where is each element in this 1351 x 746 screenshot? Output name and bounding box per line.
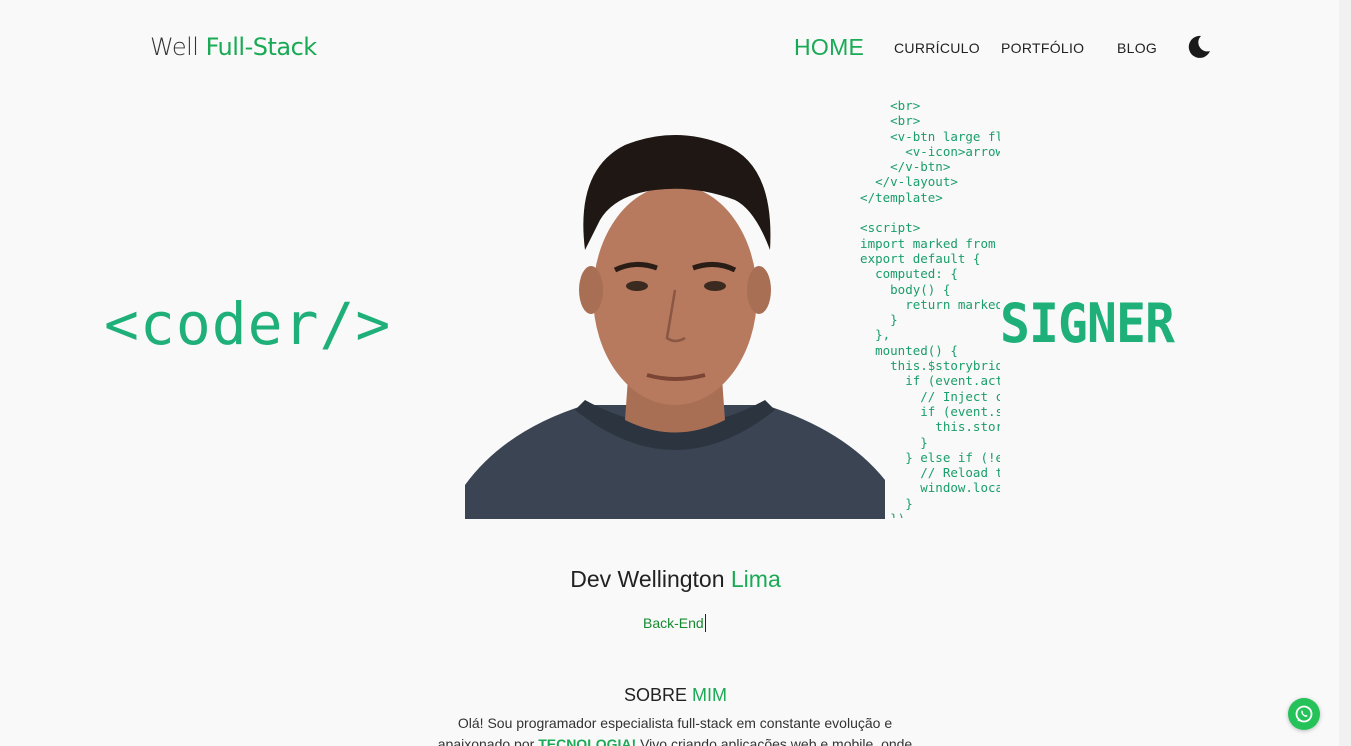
code-line: } <box>845 434 928 450</box>
main-nav: HOME CURRÍCULO PORTFÓLIO BLOG <box>0 34 1351 64</box>
about-line-2: apaixonado por TECNOLOGIA! Vivo criando … <box>430 734 920 746</box>
whatsapp-button[interactable] <box>1288 698 1320 730</box>
nav-curriculo[interactable]: CURRÍCULO <box>894 34 980 62</box>
about-title: SOBRE MIM <box>0 685 1351 706</box>
code-line: export default { <box>845 250 981 266</box>
role-text: Back-End <box>643 615 704 631</box>
about-line-2-start: apaixonado por <box>437 736 539 746</box>
code-line: </v-btn> <box>845 159 951 175</box>
code-line: <script> <box>845 220 921 236</box>
code-line: }, <box>845 327 891 343</box>
code-line: <v-btn large fla <box>845 128 1000 144</box>
about-line-1: Olá! Sou programador especialista full-s… <box>457 715 893 731</box>
profile-name: Dev Wellington Lima <box>0 566 1351 593</box>
profile-name-accent: Lima <box>730 566 781 592</box>
about-highlight: TECNOLOGIA! <box>538 736 637 746</box>
profile-name-prefix: Dev Wellington <box>570 566 731 592</box>
about-title-accent: MIM <box>692 685 728 705</box>
code-line: <br> <box>845 113 921 129</box>
nav-home[interactable]: HOME <box>794 33 864 61</box>
code-line: return marked( <box>845 296 1000 312</box>
code-line: } <box>845 312 898 328</box>
code-line: import marked from " <box>845 235 1000 251</box>
code-line: </template> <box>845 189 943 205</box>
about-title-prefix: SOBRE <box>623 685 693 705</box>
moon-icon[interactable] <box>1186 34 1212 60</box>
code-line: <v-icon>arrow_ <box>845 143 1000 159</box>
code-line: } <box>845 495 913 511</box>
code-line: // Inject co <box>845 388 1000 404</box>
about-line-2-end: Vivo criando aplicações web e mobile, on… <box>636 736 913 746</box>
nav-blog[interactable]: BLOG <box>1117 34 1157 62</box>
profile-role: Back-End <box>643 614 706 632</box>
coder-title: <coder/> <box>104 290 392 358</box>
code-snippet: <br> <br> <v-btn large fla <v-icon>arrow… <box>845 98 1000 518</box>
about-text: Olá! Sou programador especialista full-s… <box>430 713 920 746</box>
code-line: }) <box>845 511 1000 518</box>
code-line: <br> <box>845 98 921 113</box>
profile-photo <box>465 100 885 519</box>
code-line: if (event.st <box>845 403 1000 419</box>
code-line: window.locat <box>845 480 1000 496</box>
code-line: mounted() { <box>845 342 958 358</box>
code-line: if (event.acti <box>845 373 1000 389</box>
nav-portfolio[interactable]: PORTFÓLIO <box>1001 34 1084 62</box>
typing-cursor <box>704 614 706 632</box>
designer-title: SIGNER <box>1000 292 1175 355</box>
code-line: body() { <box>845 281 951 297</box>
code-line: } else if (!ev <box>845 449 1000 465</box>
whatsapp-icon <box>1295 705 1313 723</box>
code-line: </v-layout> <box>845 174 958 190</box>
code-line: computed: { <box>845 266 958 282</box>
code-line: this.story <box>845 419 1000 435</box>
scrollbar[interactable] <box>1339 0 1351 746</box>
code-line: // Reload th <box>845 465 1000 481</box>
code-line: this.$storybridg <box>845 358 1000 374</box>
